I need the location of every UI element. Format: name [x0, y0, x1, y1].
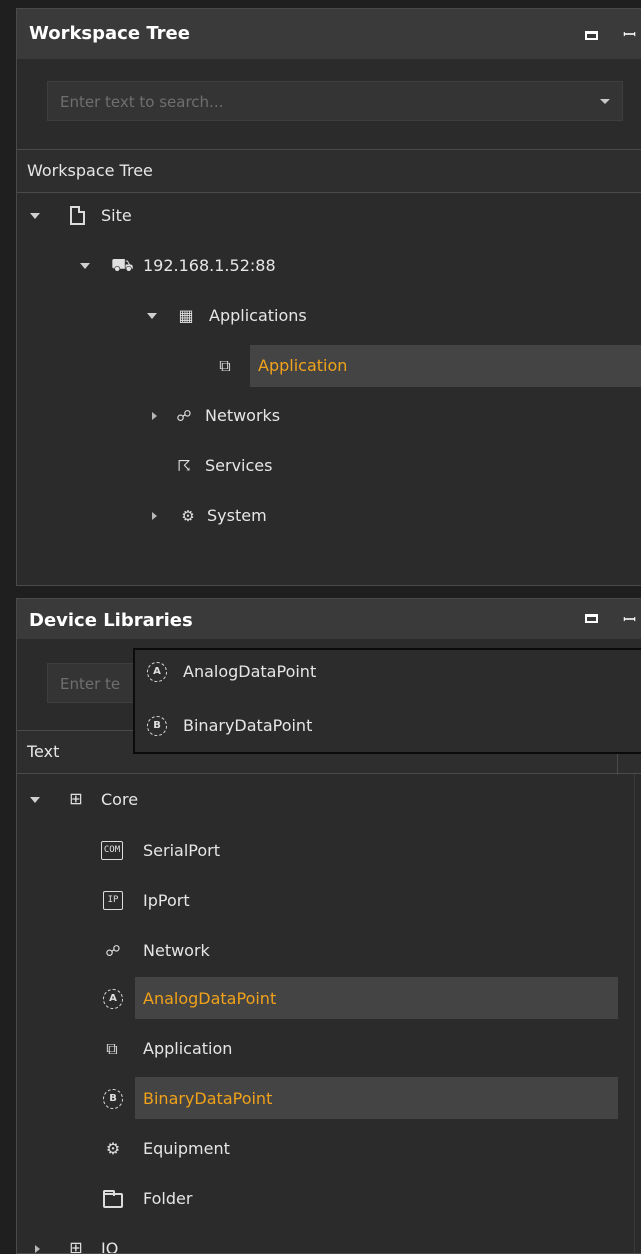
maximize-icon[interactable]: [585, 614, 598, 623]
tree-item-equipment[interactable]: ⚙ Equipment: [17, 1128, 641, 1170]
services-icon: ☈: [177, 457, 191, 475]
tree-item-services[interactable]: ☈ Services: [17, 445, 641, 487]
device-icon: ⛟: [111, 255, 134, 276]
tree-item-label: System: [207, 506, 267, 525]
tree-item-application[interactable]: ⧉ Application: [17, 345, 641, 387]
tree-item-label: Network: [143, 941, 210, 960]
system-icon: ⚙: [181, 507, 195, 525]
tree-item-ipport[interactable]: IP IpPort: [17, 880, 641, 922]
tree-item-application[interactable]: ⧉ Application: [17, 1028, 641, 1070]
tree-item-label: 192.168.1.52:88: [143, 256, 276, 275]
applications-icon: ▦: [178, 306, 194, 325]
tree-item-label: Networks: [205, 406, 281, 425]
chevron-down-icon[interactable]: [30, 797, 40, 803]
workspace-search-input[interactable]: Enter text to search...: [47, 81, 623, 121]
workspace-search-row: Enter text to search...: [17, 59, 641, 149]
tree-item-networks[interactable]: ☍ Networks: [17, 395, 641, 437]
tree-item-device[interactable]: ⛟ 192.168.1.52:88: [17, 245, 641, 287]
chevron-right-icon[interactable]: [35, 1245, 40, 1253]
tree-item-label: BinaryDataPoint: [143, 1089, 273, 1108]
vertical-scrollbar[interactable]: [634, 774, 641, 1253]
com-port-icon: COM: [101, 841, 123, 860]
suggestion-label: BinaryDataPoint: [183, 716, 313, 735]
tree-item-network[interactable]: ☍ Network: [17, 930, 641, 972]
column-header-label: Text: [27, 742, 60, 761]
tree-item-label: SerialPort: [143, 841, 220, 860]
io-icon: ⊞: [69, 1238, 83, 1254]
libraries-panel-title: Device Libraries: [29, 610, 193, 631]
tree-item-core[interactable]: ⊞ Core: [17, 779, 641, 821]
suggestion-binarydatapoint[interactable]: B BinaryDataPoint: [135, 706, 641, 746]
tree-item-serialport[interactable]: COM SerialPort: [17, 830, 641, 872]
pin-icon[interactable]: ꟷ: [623, 608, 636, 630]
search-suggestions-popup: A AnalogDataPoint B BinaryDataPoint: [133, 648, 641, 754]
binary-datapoint-icon: B: [147, 716, 167, 736]
tree-item-label: AnalogDataPoint: [143, 989, 277, 1008]
dropdown-caret-icon[interactable]: [600, 99, 610, 104]
column-header-label: Workspace Tree: [27, 161, 153, 180]
tree-item-label: Equipment: [143, 1139, 230, 1158]
tree-item-label: Application: [143, 1039, 233, 1058]
equipment-icon: ⚙: [105, 1139, 121, 1158]
tree-item-binarydatapoint[interactable]: B BinaryDataPoint: [17, 1078, 641, 1120]
chevron-down-icon[interactable]: [147, 313, 157, 319]
search-placeholder: Enter te: [60, 675, 121, 693]
workspace-panel-header: Workspace Tree ꟷ: [17, 9, 641, 59]
tree-item-folder[interactable]: Folder: [17, 1178, 641, 1220]
tree-item-label: Applications: [209, 306, 307, 325]
application-icon: ⧉: [219, 356, 231, 375]
analog-datapoint-icon: A: [103, 989, 123, 1009]
suggestion-label: AnalogDataPoint: [183, 662, 317, 681]
search-placeholder: Enter text to search...: [60, 93, 224, 111]
tree-item-applications[interactable]: ▦ Applications: [17, 295, 641, 337]
libraries-panel-header: Device Libraries ꟷ: [17, 599, 641, 639]
tree-item-label: IO: [101, 1239, 119, 1254]
tree-item-label: Site: [101, 206, 132, 225]
tree-item-label: Application: [258, 356, 348, 375]
chevron-down-icon[interactable]: [80, 263, 90, 269]
network-icon: ☍: [105, 942, 121, 960]
file-icon: [70, 206, 85, 225]
tree-item-io[interactable]: ⊞ IO: [17, 1228, 641, 1254]
application-icon: ⧉: [106, 1039, 118, 1058]
folder-icon: [103, 1190, 123, 1208]
pin-icon[interactable]: ꟷ: [623, 23, 636, 45]
tree-item-label: Folder: [143, 1189, 193, 1208]
network-icon: ☍: [176, 407, 192, 425]
tree-item-label: IpPort: [143, 891, 190, 910]
suggestion-analogdatapoint[interactable]: A AnalogDataPoint: [135, 652, 641, 692]
maximize-icon[interactable]: [585, 31, 598, 40]
workspace-tree-panel: Workspace Tree ꟷ Enter text to search...…: [16, 8, 641, 586]
tree-item-label: Services: [205, 456, 273, 475]
ip-port-icon: IP: [103, 891, 123, 910]
core-icon: ⊞: [69, 789, 83, 808]
analog-datapoint-icon: A: [147, 662, 167, 682]
tree-item-site[interactable]: Site: [17, 195, 641, 237]
binary-datapoint-icon: B: [103, 1089, 123, 1109]
workspace-column-header[interactable]: Workspace Tree: [17, 149, 641, 193]
tree-item-label: Core: [101, 790, 139, 809]
workspace-panel-title: Workspace Tree: [29, 23, 190, 44]
chevron-right-icon[interactable]: [152, 512, 157, 520]
tree-item-system[interactable]: ⚙ System: [17, 495, 641, 537]
chevron-down-icon[interactable]: [30, 213, 40, 219]
tree-item-analogdatapoint[interactable]: A AnalogDataPoint: [17, 978, 641, 1020]
chevron-right-icon[interactable]: [152, 412, 157, 420]
